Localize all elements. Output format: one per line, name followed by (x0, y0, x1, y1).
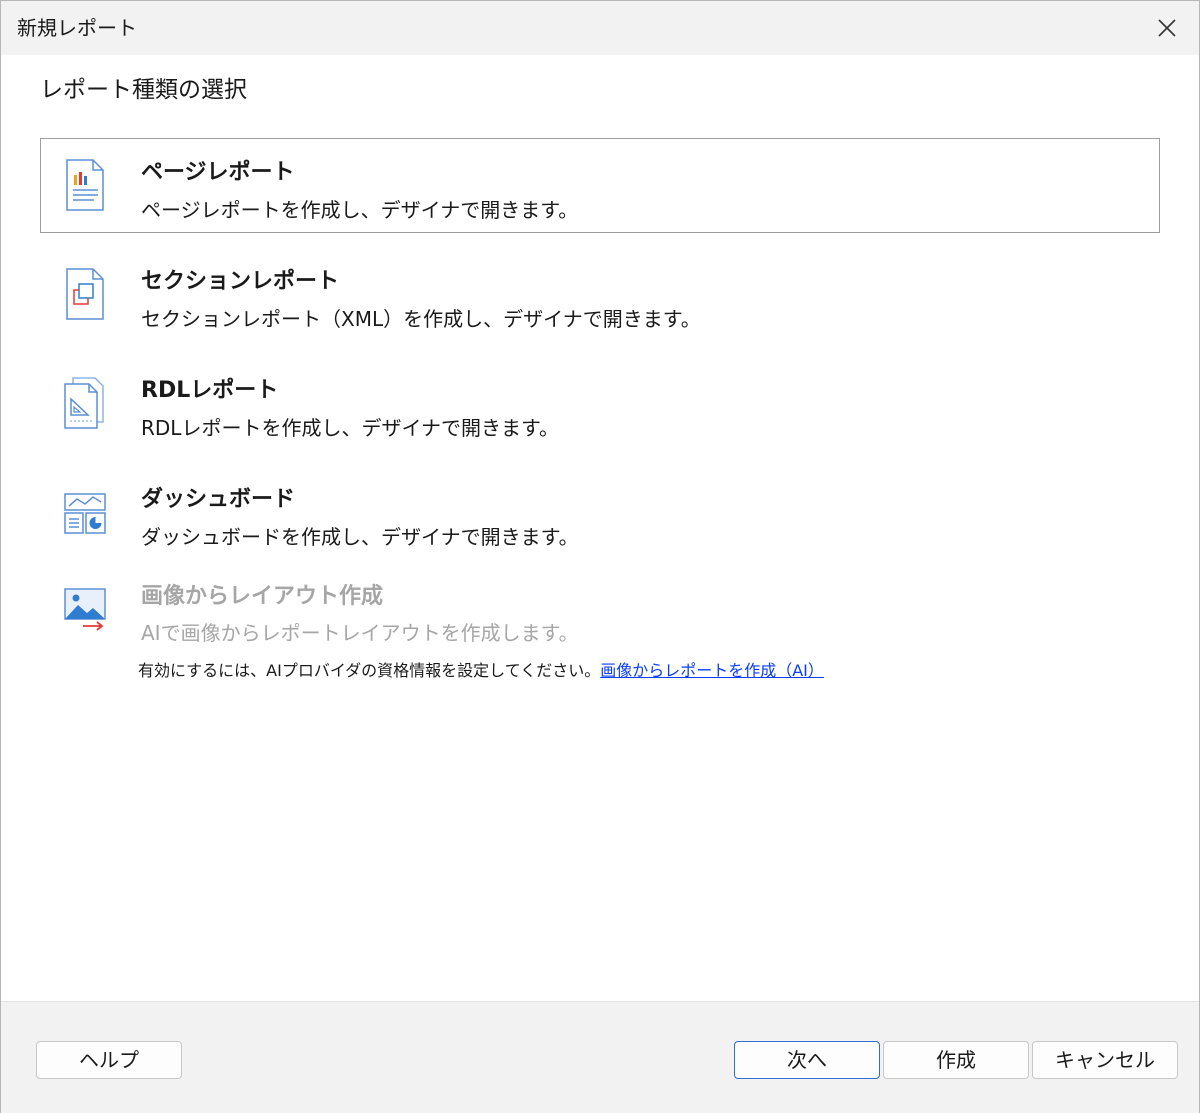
option-title: セクションレポート (141, 269, 340, 294)
create-button[interactable]: 作成 (883, 1041, 1029, 1079)
ai-report-link[interactable]: 画像からレポートを作成（AI） (600, 661, 824, 680)
section-heading: レポート種類の選択 (40, 77, 247, 103)
title-bar: 新規レポート (1, 1, 1199, 55)
option-title: ページレポート (141, 160, 295, 185)
report-type-list: ページレポート ページレポートを作成し、デザイナで開きます。 セクションレポート… (40, 138, 1162, 668)
dashboard-icon (61, 486, 109, 538)
option-section-report[interactable]: セクションレポート セクションレポート（XML）を作成し、デザイナで開きます。 (40, 247, 1160, 342)
option-description: ダッシュボードを作成し、デザイナで開きます。 (141, 525, 579, 549)
next-button[interactable]: 次へ (734, 1041, 880, 1079)
close-icon (1158, 19, 1176, 37)
option-description: RDLレポートを作成し、デザイナで開きます。 (141, 416, 560, 440)
option-description: ページレポートを作成し、デザイナで開きます。 (141, 198, 579, 222)
new-report-dialog: 新規レポート レポート種類の選択 ページレポート ページレポートを作成し、デザイ… (0, 0, 1200, 1113)
option-dashboard[interactable]: ダッシュボード ダッシュボードを作成し、デザイナで開きます。 (40, 465, 1160, 560)
option-image-layout: 画像からレイアウト作成 AIで画像からレポートレイアウトを作成します。 (40, 574, 1160, 654)
ai-provider-note: 有効にするには、AIプロバイダの資格情報を設定してください。画像からレポートを作… (138, 660, 824, 682)
option-description: AIで画像からレポートレイアウトを作成します。 (141, 621, 579, 645)
close-button[interactable] (1135, 1, 1199, 55)
option-title: RDLレポート (141, 378, 279, 403)
section-report-icon (61, 268, 109, 320)
option-rdl-report[interactable]: RDLレポート RDLレポートを作成し、デザイナで開きます。 (40, 356, 1160, 451)
rdl-report-icon (61, 377, 109, 429)
option-title: 画像からレイアウト作成 (141, 584, 384, 609)
dialog-title: 新規レポート (17, 16, 137, 40)
cancel-button[interactable]: キャンセル (1032, 1041, 1178, 1079)
option-title: ダッシュボード (141, 487, 296, 512)
option-page-report[interactable]: ページレポート ページレポートを作成し、デザイナで開きます。 (40, 138, 1160, 233)
button-bar: ヘルプ 次へ 作成 キャンセル (1, 1001, 1199, 1113)
help-button[interactable]: ヘルプ (36, 1041, 182, 1079)
image-layout-icon (61, 583, 109, 635)
page-report-icon (61, 159, 109, 211)
option-description: セクションレポート（XML）を作成し、デザイナで開きます。 (141, 307, 701, 331)
ai-note-text: 有効にするには、AIプロバイダの資格情報を設定してください。 (138, 661, 601, 680)
